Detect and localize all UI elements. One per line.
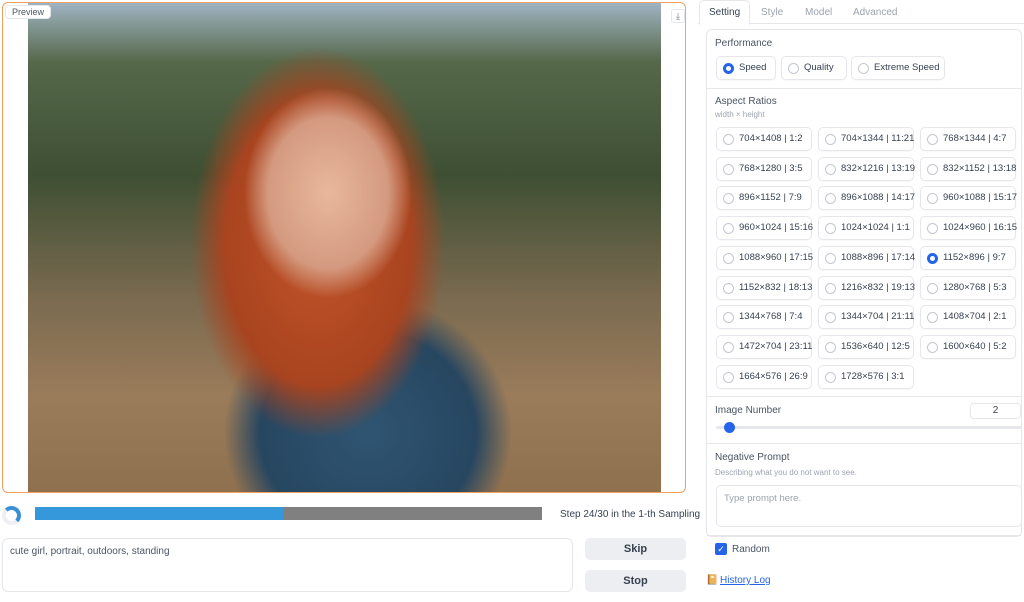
history-log-link[interactable]: History Log <box>720 575 771 586</box>
progress-fill <box>35 507 284 520</box>
aspect-ratio-option[interactable]: 1344×768 | 7:4 <box>716 305 812 330</box>
aspect-ratios-label: Aspect Ratios <box>715 96 777 107</box>
radio-icon <box>927 163 938 175</box>
negative-prompt-sub: Describing what you do not want to see. <box>715 468 857 477</box>
aspect-ratio-option[interactable]: 832×1216 | 13:19 <box>818 156 915 181</box>
negative-prompt-input[interactable]: Type prompt here. <box>716 485 1022 527</box>
prompt-input[interactable]: cute girl, portrait, outdoors, standing <box>2 538 573 592</box>
aspect-ratio-option[interactable]: 704×1344 | 11:21 <box>818 127 914 151</box>
aspect-ratio-option[interactable]: 960×1024 | 15:16 <box>716 216 813 241</box>
aspect-ratio-option[interactable]: 960×1088 | 15:17 <box>920 186 1017 211</box>
radio-icon <box>723 63 734 74</box>
radio-icon <box>825 312 836 324</box>
aspect-ratio-option[interactable]: 1280×768 | 5:3 <box>920 275 1016 300</box>
negative-prompt-label: Negative Prompt <box>715 452 790 463</box>
aspect-ratio-option[interactable]: 1728×576 | 3:1 <box>818 364 914 389</box>
radio-icon <box>723 341 734 353</box>
radio-icon <box>723 282 734 294</box>
aspect-ratio-option[interactable]: 1088×896 | 17:14 <box>818 245 915 270</box>
radio-icon <box>723 252 734 264</box>
radio-icon <box>927 252 938 264</box>
aspect-ratio-option[interactable]: 1536×640 | 12:5 <box>818 334 914 359</box>
radio-icon <box>825 223 836 235</box>
radio-icon <box>723 163 734 175</box>
tab-setting[interactable]: Setting <box>699 0 751 25</box>
aspect-ratio-option[interactable]: 832×1152 | 13:18 <box>920 156 1016 181</box>
aspect-ratio-option[interactable]: 1088×960 | 17:15 <box>716 245 813 270</box>
performance-option[interactable]: Quality <box>781 56 847 80</box>
aspect-ratio-option[interactable]: 1216×832 | 19:13 <box>818 275 915 300</box>
tab-model[interactable]: Model <box>805 7 832 18</box>
radio-icon <box>825 134 836 145</box>
radio-icon <box>825 252 836 264</box>
radio-icon <box>825 341 836 353</box>
history-icon: 📔 <box>706 575 719 586</box>
radio-icon <box>927 341 938 353</box>
image-number-slider[interactable] <box>716 426 1022 429</box>
radio-icon <box>788 63 799 74</box>
radio-icon <box>927 282 938 294</box>
image-number-label: Image Number <box>715 405 782 416</box>
progress-bar <box>35 507 542 520</box>
aspect-ratio-option[interactable]: 1600×640 | 5:2 <box>920 334 1016 359</box>
loading-spinner-icon <box>2 506 21 525</box>
aspect-ratio-option[interactable]: 1152×896 | 9:7 <box>920 245 1016 270</box>
settings-tabs: Setting Style Model Advanced <box>698 0 1024 25</box>
aspect-ratio-option[interactable]: 1472×704 | 23:11 <box>716 334 812 359</box>
tab-style[interactable]: Style <box>761 7 783 18</box>
radio-icon <box>723 193 734 205</box>
radio-icon <box>927 223 938 235</box>
radio-icon <box>858 63 869 74</box>
aspect-ratios-sub: width × height <box>715 110 765 119</box>
stop-button[interactable]: Stop <box>585 570 686 592</box>
aspect-ratio-option[interactable]: 896×1152 | 7:9 <box>716 186 812 211</box>
aspect-ratio-option[interactable]: 1024×1024 | 1:1 <box>818 216 914 241</box>
radio-icon <box>927 134 938 145</box>
aspect-ratio-option[interactable]: 1408×704 | 2:1 <box>920 305 1016 330</box>
random-checkbox[interactable]: ✓ <box>715 543 727 555</box>
image-preview: Preview ⤓ <box>2 2 686 493</box>
random-label: Random <box>732 544 770 555</box>
performance-option[interactable]: Extreme Speed <box>851 56 945 80</box>
aspect-ratio-option[interactable]: 1152×832 | 18:13 <box>716 275 812 300</box>
performance-label: Performance <box>715 38 773 49</box>
tab-advanced[interactable]: Advanced <box>853 7 897 18</box>
aspect-ratio-option[interactable]: 1344×704 | 21:11 <box>818 305 914 330</box>
performance-option[interactable]: Speed <box>716 56 776 80</box>
generated-image <box>28 3 661 492</box>
aspect-ratio-option[interactable]: 704×1408 | 1:2 <box>716 127 812 151</box>
skip-button[interactable]: Skip <box>585 538 686 560</box>
aspect-ratio-option[interactable]: 896×1088 | 14:17 <box>818 186 915 211</box>
progress-status: Step 24/30 in the 1-th Sampling <box>560 509 701 520</box>
radio-icon <box>825 371 836 383</box>
image-number-input[interactable]: 2 <box>970 403 1021 419</box>
radio-icon <box>927 193 938 205</box>
slider-handle[interactable] <box>724 422 735 433</box>
radio-icon <box>825 163 836 175</box>
radio-icon <box>723 312 734 324</box>
radio-icon <box>723 223 734 235</box>
aspect-ratio-option[interactable]: 768×1344 | 4:7 <box>920 127 1016 151</box>
aspect-ratio-option[interactable]: 768×1280 | 3:5 <box>716 156 812 181</box>
aspect-ratio-option[interactable]: 1664×576 | 26:9 <box>716 364 812 389</box>
radio-icon <box>825 193 836 205</box>
preview-label: Preview <box>5 5 52 19</box>
radio-icon <box>723 371 734 383</box>
radio-icon <box>825 282 836 294</box>
radio-icon <box>723 134 734 145</box>
radio-icon <box>927 312 938 324</box>
aspect-ratio-option[interactable]: 1024×960 | 16:15 <box>920 216 1017 241</box>
download-icon[interactable]: ⤓ <box>671 9 685 23</box>
